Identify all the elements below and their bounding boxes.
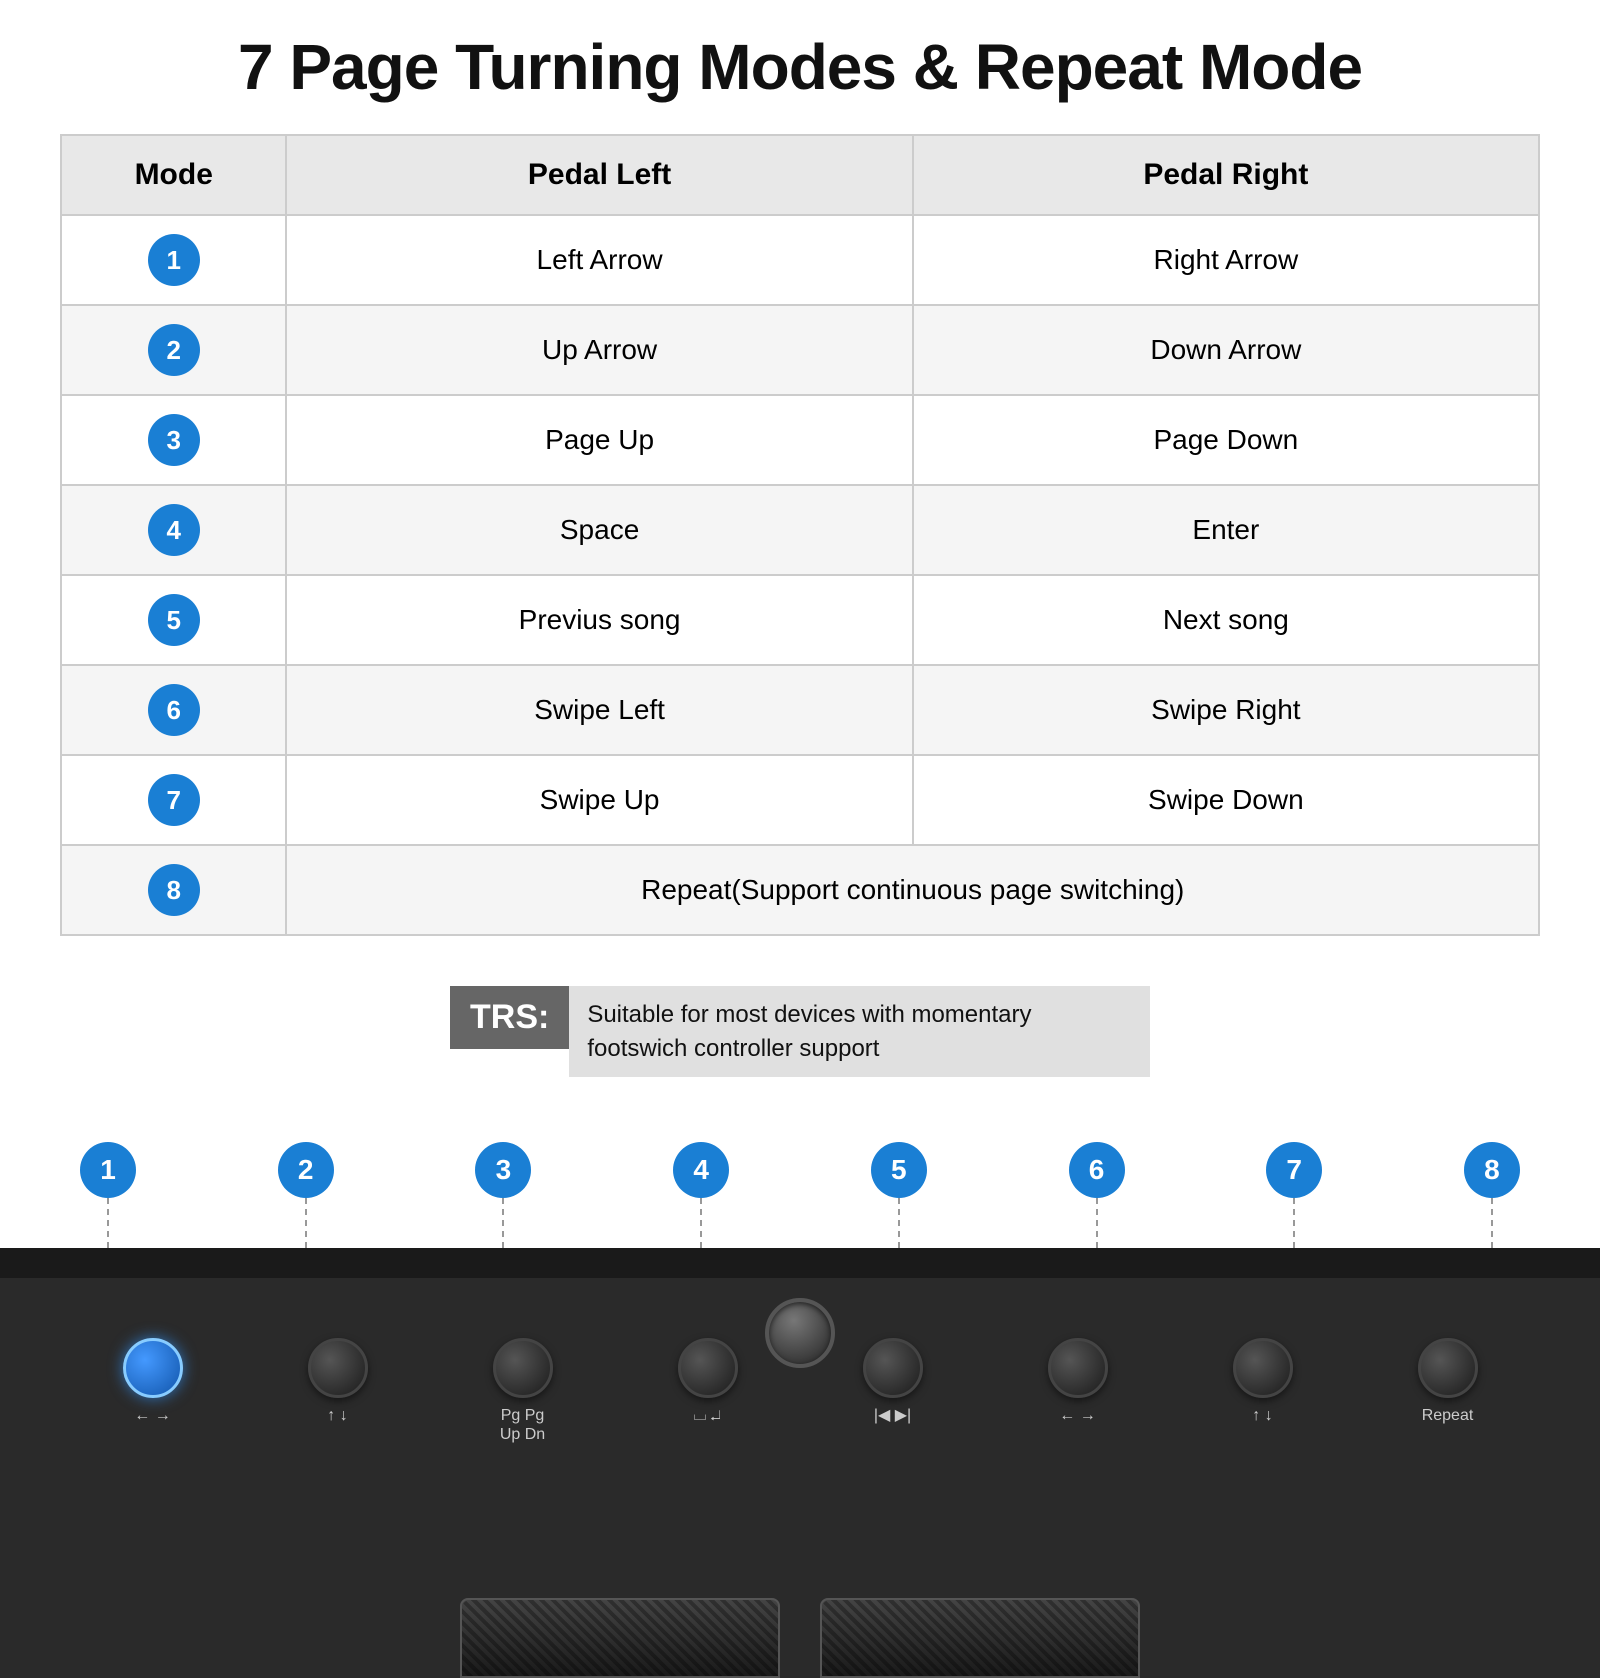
device-btn-5: |◀ ▶| (863, 1338, 923, 1425)
mode-btn-num-7: 7 (1266, 1142, 1322, 1198)
table-row: 7Swipe UpSwipe Down (61, 755, 1539, 845)
mode-btn-7: 7 (1266, 1142, 1322, 1248)
table-row: 2Up ArrowDown Arrow (61, 305, 1539, 395)
table-cell-pedal-right: Enter (913, 485, 1539, 575)
connector-line (502, 1198, 504, 1248)
trs-label: TRS: (450, 986, 569, 1049)
mode-btn-num-8: 8 (1464, 1142, 1520, 1198)
mode-btn-num-2: 2 (278, 1142, 334, 1198)
connector-line (1293, 1198, 1295, 1248)
col-header-pedal-right: Pedal Right (913, 135, 1539, 215)
table-row: 4SpaceEnter (61, 485, 1539, 575)
table-row: 6Swipe LeftSwipe Right (61, 665, 1539, 755)
trs-section: TRS: Suitable for most devices with mome… (450, 986, 1150, 1077)
page-title: 7 Page Turning Modes & Repeat Mode (60, 30, 1540, 104)
table-cell-pedal-left: Swipe Up (286, 755, 912, 845)
button-circle (863, 1338, 923, 1398)
table-cell-pedal-left: Up Arrow (286, 305, 912, 395)
button-label: Repeat (1422, 1406, 1474, 1425)
device-btn-8: Repeat (1418, 1338, 1478, 1425)
connector-line (305, 1198, 307, 1248)
table-cell-pedal-right: Swipe Right (913, 665, 1539, 755)
button-label: ↑ ↓ (1252, 1406, 1272, 1425)
button-circle (1418, 1338, 1478, 1398)
device-btn-7: ↑ ↓ (1233, 1338, 1293, 1425)
pedal-left (460, 1598, 780, 1678)
mode-btn-3: 3 (475, 1142, 531, 1248)
device-btn-1: ← → (123, 1338, 183, 1425)
mode-btn-6: 6 (1069, 1142, 1125, 1248)
pedal-right (820, 1598, 1140, 1678)
table-cell-pedal-right: Down Arrow (913, 305, 1539, 395)
table-cell-pedal-left: Page Up (286, 395, 912, 485)
mode-btn-4: 4 (673, 1142, 729, 1248)
mode-btn-8: 8 (1464, 1142, 1520, 1248)
button-label: ⌴ ↵ (694, 1406, 722, 1425)
table-cell-pedal-left: Space (286, 485, 912, 575)
trs-description: Suitable for most devices with momentary… (569, 986, 1150, 1077)
device-section: ← → ↑ ↓ Pg Pg Up Dn ⌴ ↵ |◀ ▶| ← → ↑ ↓ Repeat (0, 1248, 1600, 1678)
button-circle (493, 1338, 553, 1398)
col-header-mode: Mode (61, 135, 286, 215)
mode-btn-2: 2 (278, 1142, 334, 1248)
button-circle (123, 1338, 183, 1398)
button-label: Pg Pg Up Dn (500, 1406, 545, 1444)
table-row: 8Repeat(Support continuous page switchin… (61, 845, 1539, 935)
button-label: ← → (1059, 1406, 1095, 1425)
mode-btn-num-3: 3 (475, 1142, 531, 1198)
mode-btn-5: 5 (871, 1142, 927, 1248)
table-row: 3Page UpPage Down (61, 395, 1539, 485)
device-buttons-row: ← → ↑ ↓ Pg Pg Up Dn ⌴ ↵ |◀ ▶| ← → ↑ ↓ Repeat (0, 1278, 1600, 1528)
connector-line (107, 1198, 109, 1248)
connector-line (1491, 1198, 1493, 1248)
table-cell-pedal-right: Swipe Down (913, 755, 1539, 845)
table-cell-pedal-left: Swipe Left (286, 665, 912, 755)
table-cell-pedal-right: Right Arrow (913, 215, 1539, 305)
button-label: ↑ ↓ (327, 1406, 347, 1425)
mode-btn-1: 1 (80, 1142, 136, 1248)
button-circle (678, 1338, 738, 1398)
mode-buttons-above-device: 1 2 3 4 5 6 7 8 (0, 1127, 1600, 1248)
device-btn-4: ⌴ ↵ (678, 1338, 738, 1425)
table-cell-repeat: Repeat(Support continuous page switching… (286, 845, 1539, 935)
table-cell-pedal-right: Page Down (913, 395, 1539, 485)
device-pedals (0, 1598, 1600, 1678)
device-btn-2: ↑ ↓ (308, 1338, 368, 1425)
table-row: 1Left ArrowRight Arrow (61, 215, 1539, 305)
col-header-pedal-left: Pedal Left (286, 135, 912, 215)
table-row: 5Previus songNext song (61, 575, 1539, 665)
table-cell-pedal-left: Left Arrow (286, 215, 912, 305)
button-circle (308, 1338, 368, 1398)
button-circle (1233, 1338, 1293, 1398)
device-btn-6: ← → (1048, 1338, 1108, 1425)
mode-btn-num-5: 5 (871, 1142, 927, 1198)
mode-btn-num-6: 6 (1069, 1142, 1125, 1198)
table-cell-pedal-right: Next song (913, 575, 1539, 665)
connector-line (898, 1198, 900, 1248)
connector-line (1096, 1198, 1098, 1248)
button-label: ← → (134, 1406, 170, 1425)
button-label: |◀ ▶| (874, 1406, 911, 1425)
connector-line (700, 1198, 702, 1248)
table-cell-pedal-left: Previus song (286, 575, 912, 665)
mode-btn-num-1: 1 (80, 1142, 136, 1198)
device-top-bar (0, 1248, 1600, 1278)
button-circle (1048, 1338, 1108, 1398)
mode-btn-num-4: 4 (673, 1142, 729, 1198)
device-btn-3: Pg Pg Up Dn (493, 1338, 553, 1444)
mode-table: Mode Pedal Left Pedal Right 1Left ArrowR… (60, 134, 1540, 936)
